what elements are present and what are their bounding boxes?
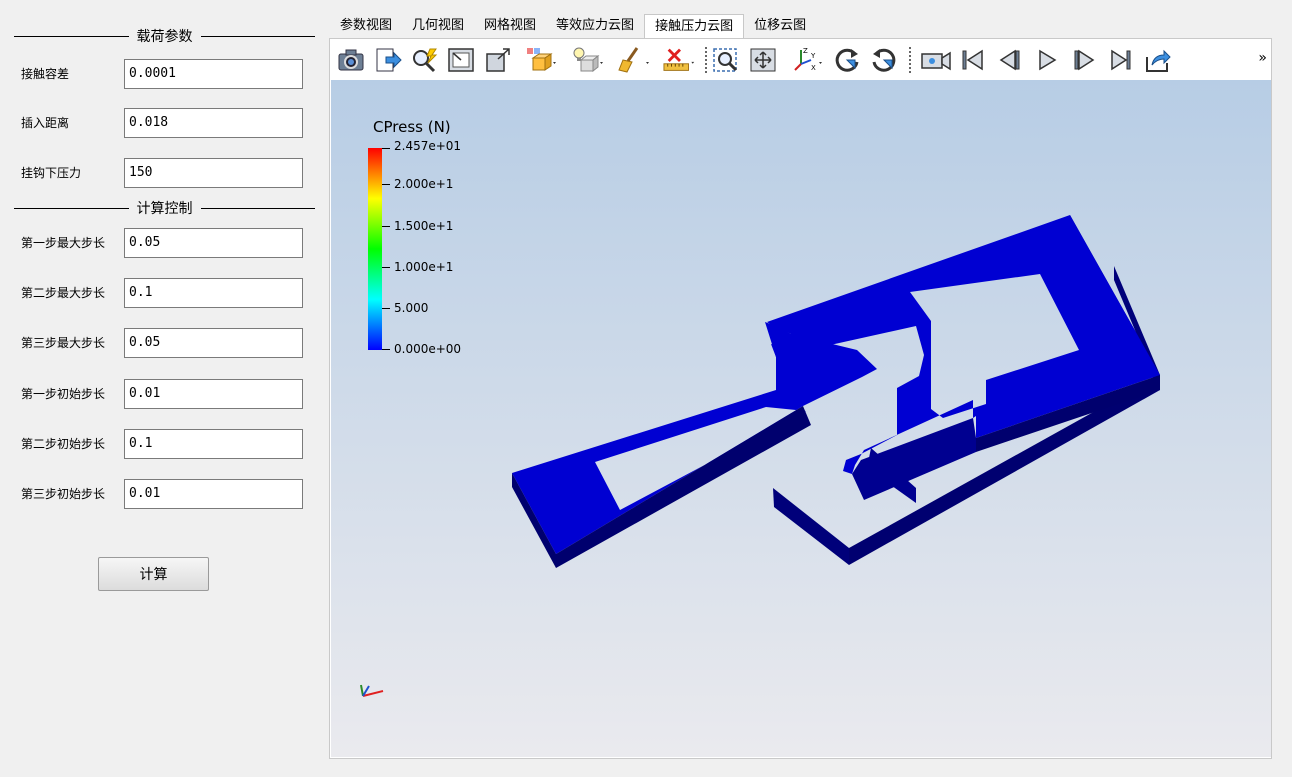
step2-init-input[interactable]: 0.1 xyxy=(124,429,303,459)
toolbar-overflow-button[interactable]: » xyxy=(1258,50,1267,66)
view-tabs: 参数视图 几何视图 网格视图 等效应力云图 接触压力云图 位移云图 xyxy=(330,14,816,38)
tab-mesh-view[interactable]: 网格视图 xyxy=(474,14,546,38)
step2-init-label: 第二步初始步长 xyxy=(21,437,106,451)
tab-param-view[interactable]: 参数视图 xyxy=(330,14,402,38)
clear-icon[interactable] xyxy=(617,43,651,77)
step3-max-input[interactable]: 0.05 xyxy=(124,328,303,358)
contact-tolerance-input[interactable]: 0.0001 xyxy=(124,59,303,89)
light-kit-icon[interactable] xyxy=(571,43,605,77)
camera-icon[interactable] xyxy=(334,43,368,77)
toolbar-separator xyxy=(909,47,913,73)
hook-pressure-input[interactable]: 150 xyxy=(124,158,303,188)
interactive-select-icon[interactable] xyxy=(407,43,441,77)
svg-text:Y: Y xyxy=(810,52,816,60)
next-frame-icon[interactable] xyxy=(1067,43,1101,77)
reset-camera-icon[interactable] xyxy=(444,43,478,77)
orientation-axes xyxy=(360,684,384,697)
svg-text:Z: Z xyxy=(803,47,808,55)
previous-frame-icon[interactable] xyxy=(993,43,1027,77)
hook-pressure-label: 挂钩下压力 xyxy=(21,166,82,180)
section-title: 计算控制 xyxy=(136,201,193,217)
rotate-ccw-icon[interactable] xyxy=(867,43,901,77)
step1-max-input[interactable]: 0.05 xyxy=(124,228,303,258)
step2-max-label: 第二步最大步长 xyxy=(21,286,106,300)
section-title: 载荷参数 xyxy=(136,29,193,45)
svg-text:X: X xyxy=(811,64,816,72)
share-icon[interactable] xyxy=(1141,43,1175,77)
zoom-to-box-icon[interactable] xyxy=(481,43,515,77)
pan-icon[interactable] xyxy=(746,43,780,77)
video-camera-icon[interactable] xyxy=(919,43,953,77)
rotate-cw-icon[interactable] xyxy=(830,43,864,77)
insert-distance-label: 插入距离 xyxy=(21,116,70,130)
step3-init-input[interactable]: 0.01 xyxy=(124,479,303,509)
export-icon[interactable] xyxy=(371,43,405,77)
tab-geometry-view[interactable]: 几何视图 xyxy=(402,14,474,38)
parameter-panel: 载荷参数 接触容差 0.0001 插入距离 0.018 挂钩下压力 150 计算… xyxy=(0,0,325,777)
tab-displacement[interactable]: 位移云图 xyxy=(744,14,816,38)
last-frame-icon[interactable] xyxy=(1104,43,1138,77)
ruler-delete-icon[interactable] xyxy=(663,43,697,77)
axes-triad-icon[interactable]: ZYX xyxy=(791,43,825,77)
contact-model-solid xyxy=(512,215,1160,554)
render-viewport[interactable]: CPress (N) 2.457e+01 2.000e+1 1.500e+1 1… xyxy=(331,80,1271,757)
step1-init-input[interactable]: 0.01 xyxy=(124,379,303,409)
orientation-cube-icon[interactable] xyxy=(525,43,559,77)
step2-max-input[interactable]: 0.1 xyxy=(124,278,303,308)
zoom-to-data-icon[interactable] xyxy=(709,43,743,77)
insert-distance-input[interactable]: 0.018 xyxy=(124,108,303,138)
view-toolbar: ZYX » xyxy=(331,40,1271,80)
compute-button[interactable]: 计算 xyxy=(98,557,209,591)
play-icon[interactable] xyxy=(1030,43,1064,77)
tab-von-mises-stress[interactable]: 等效应力云图 xyxy=(546,14,644,38)
tab-contact-pressure[interactable]: 接触压力云图 xyxy=(644,14,745,38)
step3-max-label: 第三步最大步长 xyxy=(21,336,106,350)
model-render xyxy=(360,215,1160,697)
calc-control-header: 计算控制 xyxy=(14,198,315,218)
first-frame-icon[interactable] xyxy=(956,43,990,77)
load-params-header: 载荷参数 xyxy=(14,26,315,46)
step3-init-label: 第三步初始步长 xyxy=(21,487,106,501)
step1-max-label: 第一步最大步长 xyxy=(21,236,106,250)
contact-tolerance-label: 接触容差 xyxy=(21,67,70,81)
step1-init-label: 第一步初始步长 xyxy=(21,387,106,401)
